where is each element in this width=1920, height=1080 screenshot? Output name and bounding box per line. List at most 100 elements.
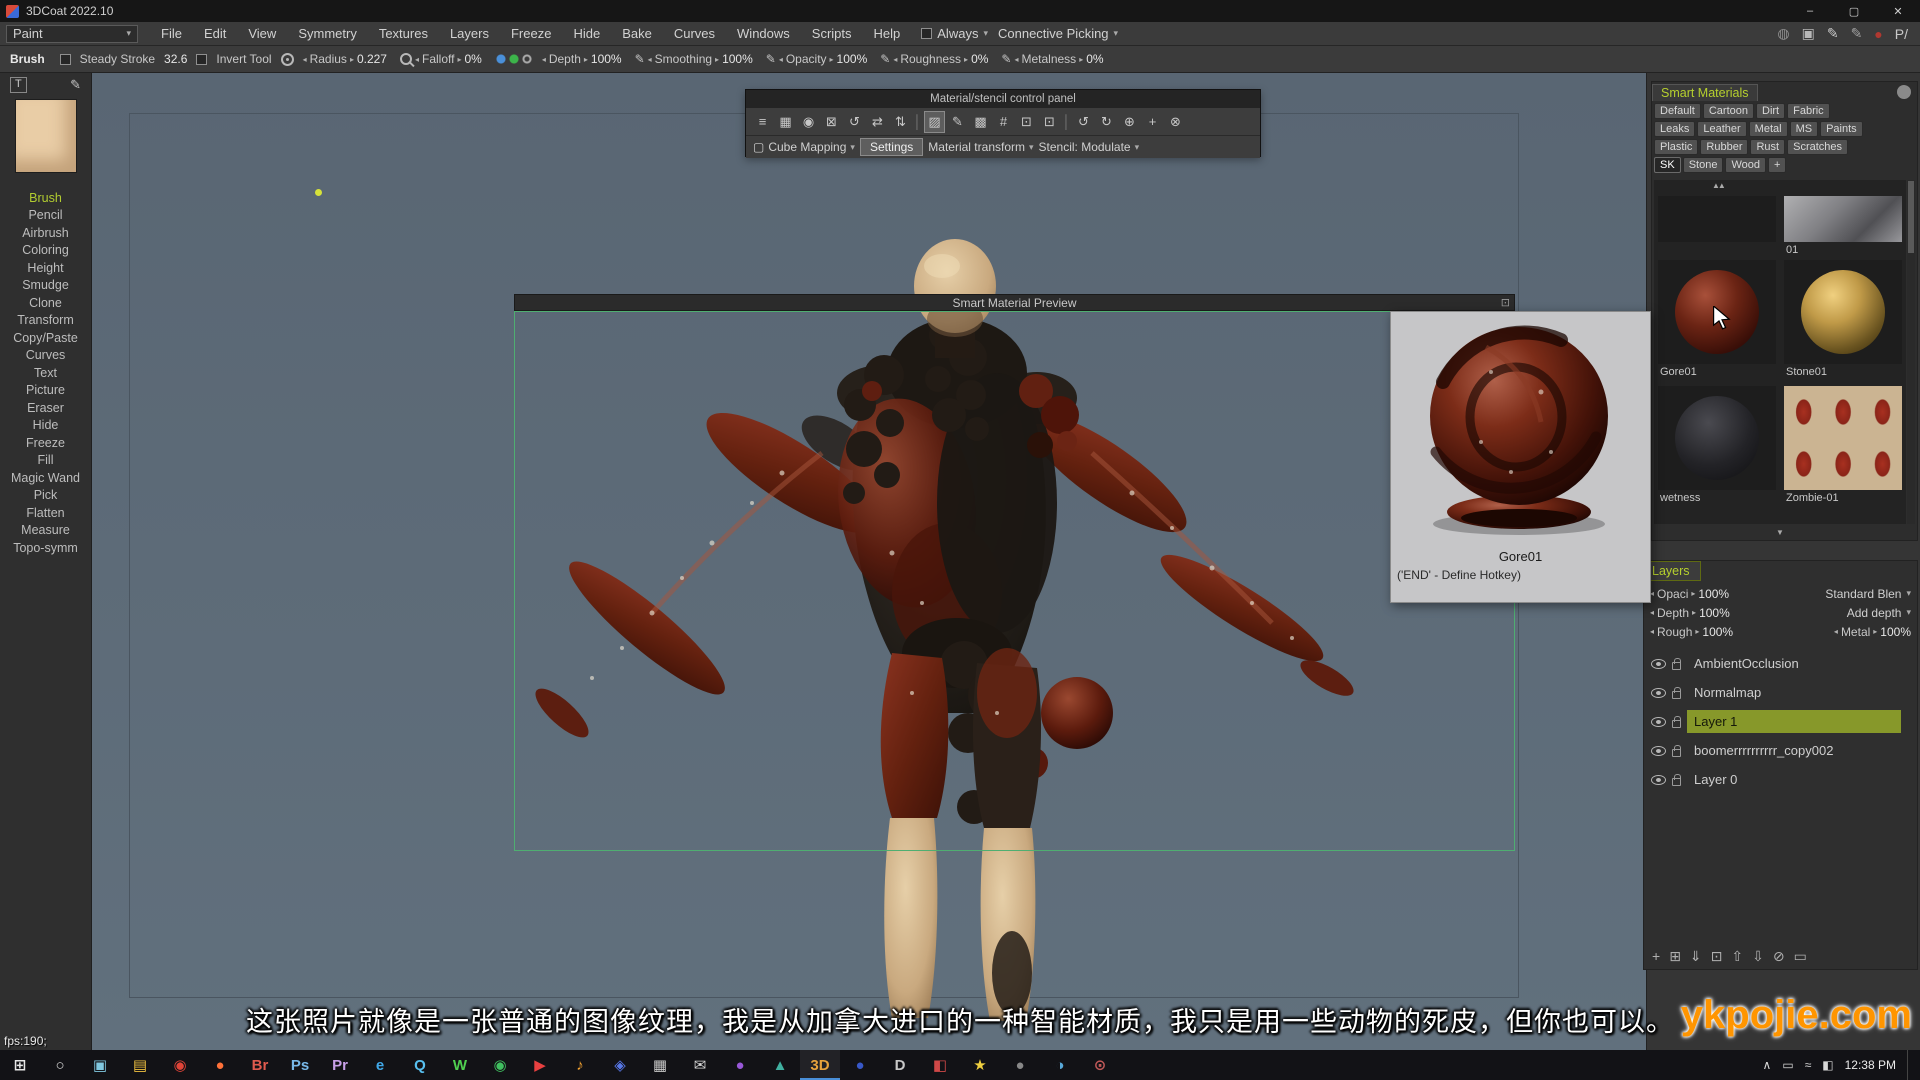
- taskbar-app-icon[interactable]: 3D: [800, 1050, 840, 1080]
- tool-list-item[interactable]: Height: [0, 259, 91, 277]
- tool-list-item[interactable]: Topo-symm: [0, 539, 91, 557]
- minimize-button[interactable]: –: [1788, 0, 1832, 22]
- increment-arrow-icon[interactable]: ▸: [1695, 627, 1699, 636]
- layer-lock-icon[interactable]: [1672, 691, 1681, 699]
- layer-visibility-icon[interactable]: [1651, 688, 1666, 698]
- increment-arrow-icon[interactable]: ▸: [457, 55, 461, 64]
- layer-depth-spinner[interactable]: ◂ Depth ▸ 100%: [1650, 606, 1730, 620]
- tool-list-item[interactable]: Freeze: [0, 434, 91, 452]
- menubar-tool-icon[interactable]: ◍: [1777, 25, 1789, 42]
- material-category-tab[interactable]: Plastic: [1654, 139, 1698, 155]
- material-panel-tool-icon[interactable]: ⊠: [821, 112, 842, 132]
- decrement-arrow-icon[interactable]: ◂: [1014, 55, 1018, 64]
- layer-lock-icon[interactable]: [1672, 749, 1681, 757]
- decrement-arrow-icon[interactable]: ◂: [893, 55, 897, 64]
- smart-materials-title[interactable]: Smart Materials: [1652, 84, 1758, 101]
- layer-action-icon[interactable]: +: [1652, 948, 1660, 965]
- tool-list-item[interactable]: Fill: [0, 452, 91, 470]
- material-transform-tab[interactable]: Material transform ▾: [928, 140, 1033, 154]
- layer-name[interactable]: Layer 0: [1687, 768, 1901, 791]
- menu-item[interactable]: Textures: [368, 26, 439, 41]
- depth-mode-select[interactable]: Add depth ▾: [1847, 606, 1911, 620]
- layer-action-icon[interactable]: ⇩: [1752, 948, 1764, 965]
- steady-stroke-label[interactable]: Steady Stroke: [80, 52, 155, 66]
- param-value[interactable]: 100%: [837, 52, 868, 66]
- material-category-tab[interactable]: Stone: [1683, 157, 1724, 173]
- always-option[interactable]: Always ▾: [921, 26, 988, 41]
- tool-list-item[interactable]: Coloring: [0, 242, 91, 260]
- steady-stroke-checkbox[interactable]: [60, 54, 71, 65]
- material-panel-tool-icon[interactable]: ↺: [1073, 112, 1094, 132]
- param-value[interactable]: 0%: [971, 52, 988, 66]
- taskbar-app-icon[interactable]: ○: [40, 1050, 80, 1080]
- taskbar-app-icon[interactable]: ★: [960, 1050, 1000, 1080]
- taskbar-app-icon[interactable]: ⊙: [1080, 1050, 1120, 1080]
- tool-list-item[interactable]: Smudge: [0, 277, 91, 295]
- taskbar-app-icon[interactable]: Br: [240, 1050, 280, 1080]
- layer-row[interactable]: Layer 0: [1644, 765, 1917, 794]
- stroke-anchor-icon[interactable]: [281, 53, 294, 66]
- taskbar-app-icon[interactable]: ◑: [1040, 1050, 1080, 1080]
- maximize-button[interactable]: ▢: [1832, 0, 1876, 22]
- always-checkbox[interactable]: [921, 28, 932, 39]
- text-tool-icon[interactable]: T: [10, 77, 27, 93]
- taskbar-app-icon[interactable]: Q: [400, 1050, 440, 1080]
- increment-arrow-icon[interactable]: ▸: [350, 55, 354, 64]
- material-panel-tool-icon[interactable]: #: [993, 112, 1014, 132]
- material-panel-tool-icon[interactable]: ≡: [752, 112, 773, 132]
- tool-list-item[interactable]: Pick: [0, 487, 91, 505]
- material-category-tab[interactable]: Cartoon: [1703, 103, 1754, 119]
- param-value[interactable]: 100%: [591, 52, 622, 66]
- layer-row[interactable]: boomerrrrrrrrrr_copy002: [1644, 736, 1917, 765]
- invert-tool-label[interactable]: Invert Tool: [216, 52, 271, 66]
- materials-menu-icon[interactable]: [1897, 85, 1911, 99]
- layer-row[interactable]: AmbientOcclusion: [1644, 649, 1917, 678]
- tray-icon[interactable]: ◧: [1822, 1058, 1833, 1072]
- decrement-arrow-icon[interactable]: ◂: [303, 55, 307, 64]
- taskbar-app-icon[interactable]: ▲: [760, 1050, 800, 1080]
- layer-action-icon[interactable]: ⇧: [1731, 948, 1743, 965]
- decrement-arrow-icon[interactable]: ◂: [415, 55, 419, 64]
- material-category-tab[interactable]: Dirt: [1756, 103, 1785, 119]
- menu-item[interactable]: Bake: [611, 26, 663, 41]
- tool-list-item[interactable]: Pencil: [0, 207, 91, 225]
- material-thumbnail[interactable]: 01: [1780, 194, 1906, 258]
- increment-arrow-icon[interactable]: ▸: [1691, 589, 1695, 598]
- tool-param-spinner[interactable]: ✎ ◂ Smoothing ▸ 100%: [635, 52, 753, 66]
- tool-list-item[interactable]: Flatten: [0, 504, 91, 522]
- menu-item[interactable]: Freeze: [500, 26, 562, 41]
- decrement-arrow-icon[interactable]: ◂: [1650, 627, 1654, 636]
- menu-item[interactable]: Symmetry: [287, 26, 368, 41]
- material-category-tab[interactable]: Leather: [1697, 121, 1746, 137]
- material-panel-tool-icon[interactable]: ▦: [775, 112, 796, 132]
- taskbar-app-icon[interactable]: ▤: [120, 1050, 160, 1080]
- menu-item[interactable]: View: [237, 26, 287, 41]
- layer-action-icon[interactable]: ▭: [1794, 948, 1807, 965]
- taskbar-app-icon[interactable]: ●: [840, 1050, 880, 1080]
- taskbar-app-icon[interactable]: ⊞: [0, 1050, 40, 1080]
- material-thumbnail[interactable]: Zombie-01: [1780, 384, 1906, 510]
- tool-list-item[interactable]: Measure: [0, 522, 91, 540]
- tool-list-item[interactable]: Text: [0, 364, 91, 382]
- param-value[interactable]: 0%: [464, 52, 481, 66]
- material-category-tab[interactable]: Rubber: [1700, 139, 1748, 155]
- tool-list-item[interactable]: Clone: [0, 294, 91, 312]
- tool-param-spinner[interactable]: ◂ Depth ▸ 100%: [495, 52, 622, 66]
- layer-visibility-icon[interactable]: [1651, 775, 1666, 785]
- increment-arrow-icon[interactable]: ▸: [715, 55, 719, 64]
- menu-item[interactable]: Help: [863, 26, 912, 41]
- menubar-tool-icon[interactable]: ●: [1874, 26, 1882, 42]
- mapping-mode-select[interactable]: ▢ Cube Mapping ▾: [753, 140, 855, 154]
- tool-list-item[interactable]: Eraser: [0, 399, 91, 417]
- layer-row[interactable]: Normalmap: [1644, 678, 1917, 707]
- material-category-tab[interactable]: Wood: [1725, 157, 1766, 173]
- material-thumbnail[interactable]: [1654, 194, 1780, 258]
- taskbar-app-icon[interactable]: ◈: [600, 1050, 640, 1080]
- material-panel-tool-icon[interactable]: ◉: [798, 112, 819, 132]
- material-thumbnail[interactable]: Stone01: [1780, 258, 1906, 384]
- picking-mode-select[interactable]: Connective Picking ▾: [998, 26, 1118, 41]
- material-panel-tool-icon[interactable]: │: [913, 112, 922, 132]
- tool-list-item[interactable]: Curves: [0, 347, 91, 365]
- pencil-icon[interactable]: ✎: [70, 77, 81, 93]
- increment-arrow-icon[interactable]: ▸: [830, 55, 834, 64]
